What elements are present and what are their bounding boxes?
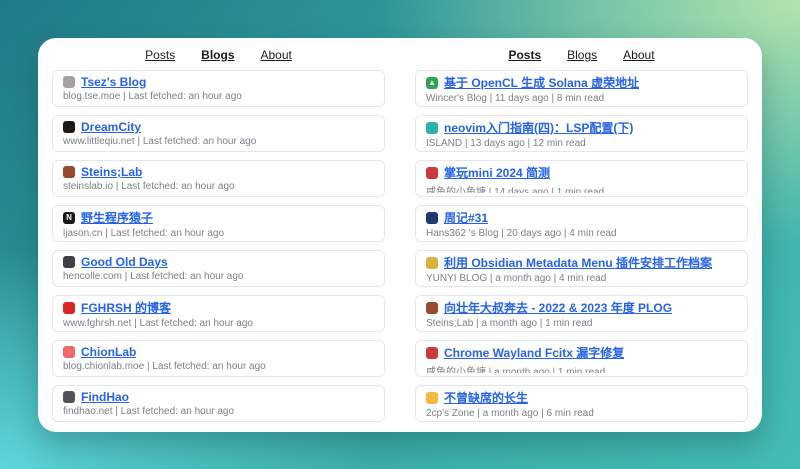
blog-card: FGHRSH 的博客 www.fghrsh.net | Last fetched…	[52, 295, 385, 332]
nav-posts-link[interactable]: Posts	[145, 48, 175, 62]
blog-meta: ljason.cn | Last fetched: an hour ago	[63, 228, 374, 238]
posts-list: ▲ 基于 OpenCL 生成 Solana 虚荣地址 Wincer's Blog…	[415, 70, 748, 422]
post-meta: Steins;Lab | a month ago | 1 min read	[426, 318, 737, 328]
blog-title-link[interactable]: Tsez's Blog	[81, 75, 146, 89]
island-favicon-icon	[426, 122, 438, 134]
blog-meta: blog.chionlab.moe | Last fetched: an hou…	[63, 361, 374, 372]
dreamcity-favicon-icon	[63, 121, 75, 133]
blog-card: Tsez's Blog blog.tse.moe | Last fetched:…	[52, 70, 385, 107]
blog-meta: www.fghrsh.net | Last fetched: an hour a…	[63, 318, 374, 328]
fghrsh-favicon-icon	[63, 302, 75, 314]
xianyu-favicon-icon	[426, 347, 438, 359]
post-card: 利用 Obsidian Metadata Menu 插件安排工作档案 YUNYI…	[415, 250, 748, 287]
post-card: Chrome Wayland Fcitx 漏字修复 咸鱼的小鱼塘 | a mon…	[415, 340, 748, 377]
blog-card: FindHao findhao.net | Last fetched: an h…	[52, 385, 385, 422]
blog-meta: www.littleqiu.net | Last fetched: an hou…	[63, 136, 374, 147]
xianyu-favicon-icon	[426, 167, 438, 179]
blog-title-link[interactable]: FindHao	[81, 390, 129, 404]
blog-meta: findhao.net | Last fetched: an hour ago	[63, 406, 374, 417]
blog-title-link[interactable]: FGHRSH 的博客	[81, 299, 171, 316]
post-meta: 咸鱼的小鱼塘 | 14 days ago | 1 min read	[426, 183, 737, 193]
findhao-favicon-icon	[63, 391, 75, 403]
post-meta: 2cp's Zone | a month ago | 6 min read	[426, 408, 737, 418]
yunyi-favicon-icon	[426, 257, 438, 269]
post-meta: Hans362 's Blog | 20 days ago | 4 min re…	[426, 228, 737, 238]
posts-column: Posts Blogs About ▲ 基于 OpenCL 生成 Solana …	[415, 44, 748, 422]
blog-card: N 野生程序猿子 ljason.cn | Last fetched: an ho…	[52, 205, 385, 242]
nav-blogs-link[interactable]: Blogs	[567, 48, 597, 62]
posts-column-nav: Posts Blogs About	[415, 44, 748, 66]
post-title-link[interactable]: neovim入门指南(四)：LSP配置(下)	[444, 119, 633, 136]
ljason-favicon-icon: N	[63, 212, 75, 224]
blog-card: DreamCity www.littleqiu.net | Last fetch…	[52, 115, 385, 152]
post-card: 掌玩mini 2024 简测 咸鱼的小鱼塘 | 14 days ago | 1 …	[415, 160, 748, 197]
post-title-link[interactable]: 基于 OpenCL 生成 Solana 虚荣地址	[444, 74, 639, 91]
wincer-favicon-icon: ▲	[426, 77, 438, 89]
post-meta: YUNYI BLOG | a month ago | 4 min read	[426, 273, 737, 283]
blog-title-link[interactable]: ChionLab	[81, 345, 136, 359]
blog-card: Steins;Lab steinslab.io | Last fetched: …	[52, 160, 385, 197]
post-card: neovim入门指南(四)：LSP配置(下) ISLAND | 13 days …	[415, 115, 748, 152]
steinslab-favicon-icon	[63, 166, 75, 178]
nav-posts-link[interactable]: Posts	[508, 48, 541, 62]
blog-meta: steinslab.io | Last fetched: an hour ago	[63, 181, 374, 192]
post-title-link[interactable]: 利用 Obsidian Metadata Menu 插件安排工作档案	[444, 254, 712, 271]
post-card: 不曾缺席的长生 2cp's Zone | a month ago | 6 min…	[415, 385, 748, 422]
2cp-favicon-icon	[426, 392, 438, 404]
post-title-link[interactable]: 周记#31	[444, 209, 488, 226]
blogs-list: Tsez's Blog blog.tse.moe | Last fetched:…	[52, 70, 385, 422]
post-title-link[interactable]: 向壮年大叔奔去 - 2022 & 2023 年度 PLOG	[444, 299, 672, 316]
chionlab-favicon-icon	[63, 346, 75, 358]
blog-title-link[interactable]: 野生程序猿子	[81, 209, 153, 226]
post-title-link[interactable]: Chrome Wayland Fcitx 漏字修复	[444, 344, 624, 361]
hencolle-favicon-icon	[63, 256, 75, 268]
post-card: 向壮年大叔奔去 - 2022 & 2023 年度 PLOG Steins;Lab…	[415, 295, 748, 332]
blog-card: ChionLab blog.chionlab.moe | Last fetche…	[52, 340, 385, 377]
post-card: 周记#31 Hans362 's Blog | 20 days ago | 4 …	[415, 205, 748, 242]
blog-card: Good Old Days hencolle.com | Last fetche…	[52, 250, 385, 287]
post-meta: 咸鱼的小鱼塘 | a month ago | 1 min read	[426, 363, 737, 373]
steinslab-favicon-icon	[426, 302, 438, 314]
blog-title-link[interactable]: DreamCity	[81, 120, 141, 134]
main-panel: Posts Blogs About Tsez's Blog blog.tse.m…	[38, 38, 762, 432]
nav-about-link[interactable]: About	[261, 48, 292, 62]
blog-title-link[interactable]: Good Old Days	[81, 255, 168, 269]
post-meta: ISLAND | 13 days ago | 12 min read	[426, 138, 737, 148]
nav-about-link[interactable]: About	[623, 48, 654, 62]
tsez-favicon-icon	[63, 76, 75, 88]
post-title-link[interactable]: 掌玩mini 2024 简测	[444, 164, 550, 181]
nav-blogs-link[interactable]: Blogs	[201, 48, 234, 62]
blog-title-link[interactable]: Steins;Lab	[81, 165, 142, 179]
hans362-favicon-icon	[426, 212, 438, 224]
blog-meta: hencolle.com | Last fetched: an hour ago	[63, 271, 374, 282]
blogs-column-nav: Posts Blogs About	[52, 44, 385, 66]
post-title-link[interactable]: 不曾缺席的长生	[444, 389, 528, 406]
blogs-column: Posts Blogs About Tsez's Blog blog.tse.m…	[52, 44, 385, 422]
post-card: ▲ 基于 OpenCL 生成 Solana 虚荣地址 Wincer's Blog…	[415, 70, 748, 107]
post-meta: Wincer's Blog | 11 days ago | 8 min read	[426, 93, 737, 103]
blog-meta: blog.tse.moe | Last fetched: an hour ago	[63, 91, 374, 102]
